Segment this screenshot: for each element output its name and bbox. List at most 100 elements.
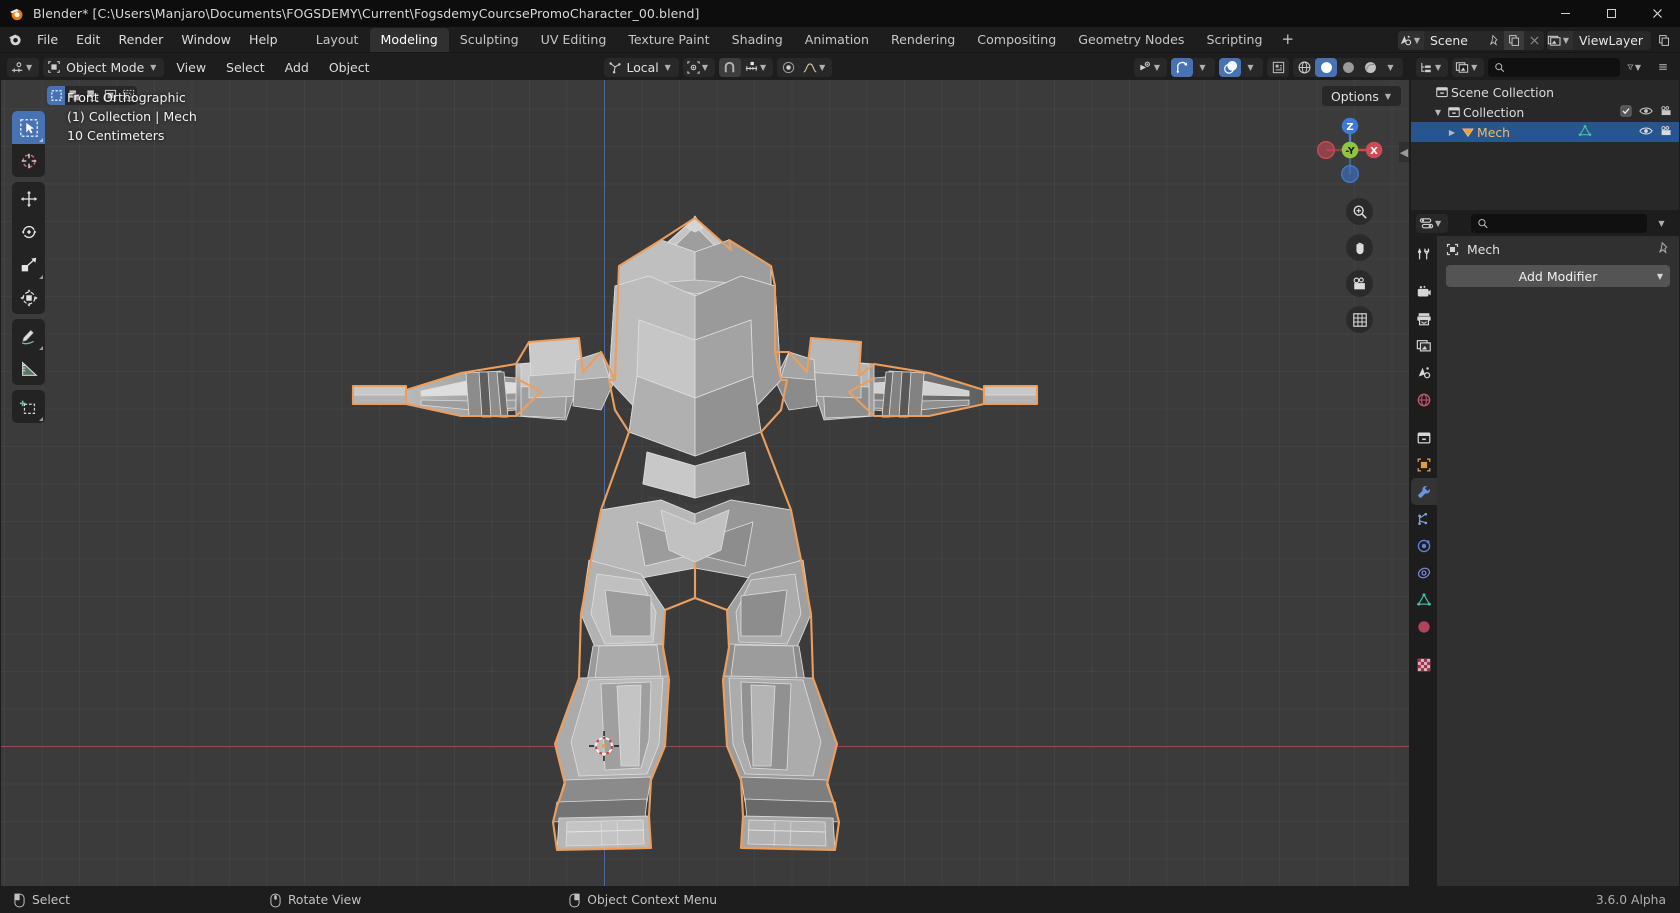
properties-search-input[interactable] (1471, 213, 1647, 233)
tab-uv-editing[interactable]: UV Editing (530, 28, 618, 52)
twisty-collapsed-icon[interactable]: ▶ (1445, 128, 1459, 137)
new-scene-button[interactable] (1504, 30, 1525, 50)
properties-editor-icon[interactable]: ▼ (1416, 214, 1448, 233)
transform-orientation-selector[interactable]: Local ▼ (603, 57, 679, 77)
tab-texture-paint[interactable]: Texture Paint (617, 28, 720, 52)
3d-viewport[interactable]: Front Orthographic (1) Collection | Mech… (1, 80, 1409, 886)
shading-mode-selector[interactable]: ▼ (1293, 57, 1403, 77)
gizmo-icon[interactable] (1171, 57, 1193, 77)
overlay-controls[interactable]: ▼ (1219, 57, 1263, 77)
shading-wireframe-icon[interactable] (1293, 58, 1315, 77)
pivot-point-icon[interactable]: ▼ (683, 58, 715, 77)
object-visibility-icon[interactable]: ▼ (1134, 58, 1167, 77)
tab-rendering[interactable]: Rendering (880, 28, 966, 52)
viewlayer-extra-button[interactable] (1654, 31, 1674, 50)
menu-render[interactable]: Render (109, 29, 172, 50)
viewlayer-selector[interactable]: ▼ ViewLayer (1547, 30, 1651, 50)
tab-geometry-nodes[interactable]: Geometry Nodes (1067, 28, 1195, 52)
grid-ortho-icon[interactable] (1346, 306, 1373, 333)
outliner-filter-dropdown[interactable] (1652, 58, 1674, 77)
gizmo-controls[interactable]: ▼ (1171, 57, 1215, 77)
editor-type-icon[interactable]: ▼ (7, 58, 39, 77)
twisty-expanded-icon[interactable]: ▼ (1431, 108, 1445, 117)
checkbox-exclude[interactable] (1620, 104, 1632, 120)
shading-dropdown[interactable]: ▼ (1381, 58, 1403, 77)
properties-tab-physics[interactable] (1411, 532, 1437, 559)
filter-icon[interactable]: ▼ (1624, 58, 1648, 77)
blender-menu-icon[interactable] (4, 29, 26, 51)
properties-tab-output[interactable] (1411, 305, 1437, 332)
minimize-button[interactable] (1542, 0, 1588, 27)
outliner-row-mech[interactable]: ▶ Mech (1411, 122, 1679, 142)
outliner-row-scene-collection[interactable]: Scene Collection (1411, 82, 1679, 102)
menu-window[interactable]: Window (172, 29, 240, 50)
viewlayer-name[interactable]: ViewLayer (1573, 33, 1651, 48)
properties-tab-constraints[interactable] (1411, 559, 1437, 586)
mesh-data-triangle-icon[interactable] (1578, 124, 1592, 141)
unlink-scene-button[interactable] (1524, 31, 1544, 50)
mech-model[interactable] (1, 80, 1389, 886)
maximize-button[interactable] (1588, 0, 1634, 27)
outliner-display-mode[interactable]: ▼ (1416, 57, 1449, 77)
tab-scripting[interactable]: Scripting (1195, 28, 1273, 52)
outliner-tree[interactable]: Scene Collection ▼ Collection ▶ Mech (1411, 80, 1679, 210)
properties-tab-modifier[interactable] (1411, 478, 1437, 505)
add-modifier-button[interactable]: Add Modifier ▼ (1446, 265, 1670, 287)
navigation-gizmo[interactable]: Z X -Y (1313, 113, 1387, 187)
properties-search-field[interactable] (1493, 216, 1641, 230)
viewport-menu-object[interactable]: Object (321, 58, 378, 77)
pin-icon[interactable] (1657, 241, 1671, 258)
zoom-icon[interactable] (1346, 198, 1373, 225)
properties-tab-world[interactable] (1411, 386, 1437, 413)
properties-tab-render[interactable] (1411, 278, 1437, 305)
scene-selector[interactable]: ▼ Scene (1398, 30, 1545, 50)
interaction-mode-selector[interactable]: Object Mode ▼ (43, 57, 165, 77)
viewport-menu-view[interactable]: View (168, 58, 214, 77)
xray-toggle-icon[interactable] (1267, 58, 1289, 77)
tab-sculpting[interactable]: Sculpting (449, 28, 530, 52)
magnet-icon[interactable] (718, 57, 741, 77)
menu-file[interactable]: File (28, 29, 67, 50)
properties-tab-tool[interactable] (1411, 240, 1437, 267)
proportional-edit-icon[interactable] (777, 58, 799, 77)
overlays-dropdown[interactable]: ▼ (1241, 58, 1263, 77)
outliner-display-mode-icon[interactable]: ▼ (1416, 58, 1448, 77)
outliner-row-collection[interactable]: ▼ Collection (1411, 102, 1679, 122)
pin-icon[interactable] (1484, 31, 1504, 50)
tab-layout[interactable]: Layout (305, 28, 370, 52)
menu-edit[interactable]: Edit (67, 29, 109, 50)
pan-hand-icon[interactable] (1346, 234, 1373, 261)
pivot-point-selector[interactable]: ▼ (682, 57, 715, 77)
object-visibility-selector[interactable]: ▼ (1133, 57, 1167, 77)
menu-help[interactable]: Help (240, 29, 287, 50)
viewport-menu-select[interactable]: Select (218, 58, 273, 77)
properties-tab-object[interactable] (1411, 451, 1437, 478)
properties-tab-texture[interactable] (1411, 651, 1437, 678)
outliner-search-field[interactable] (1510, 60, 1615, 74)
tab-modeling[interactable]: Modeling (369, 27, 449, 52)
tab-shading[interactable]: Shading (721, 28, 794, 52)
sidebar-collapse-arrow[interactable]: ◀ (1399, 142, 1409, 162)
add-workspace-button[interactable]: + (1274, 30, 1303, 49)
shading-solid-icon[interactable] (1315, 57, 1337, 77)
scene-name[interactable]: Scene (1424, 33, 1484, 48)
shading-rendered-icon[interactable] (1359, 58, 1381, 77)
properties-tab-scene[interactable] (1411, 359, 1437, 386)
properties-tab-data[interactable] (1411, 586, 1437, 613)
xray-toggle[interactable] (1267, 57, 1289, 77)
properties-tab-particles[interactable] (1411, 505, 1437, 532)
properties-tab-viewlayer[interactable] (1411, 332, 1437, 359)
camera-render-icon[interactable] (1660, 125, 1673, 140)
properties-editor-type[interactable]: ▼ (1416, 213, 1449, 233)
viewport-options-button[interactable]: Options ▼ (1322, 86, 1401, 106)
tab-animation[interactable]: Animation (794, 28, 880, 52)
tab-compositing[interactable]: Compositing (966, 28, 1067, 52)
properties-tab-collection[interactable] (1411, 424, 1437, 451)
snap-increment-icon[interactable]: ▼ (741, 58, 773, 77)
eye-icon[interactable] (1639, 125, 1653, 140)
overlays-icon[interactable] (1219, 57, 1241, 77)
gizmo-dropdown[interactable]: ▼ (1193, 58, 1215, 77)
properties-options-dropdown[interactable]: ▼ (1652, 214, 1674, 233)
proportional-edit-controls[interactable]: ▼ (777, 57, 833, 77)
camera-icon[interactable] (1346, 270, 1373, 297)
